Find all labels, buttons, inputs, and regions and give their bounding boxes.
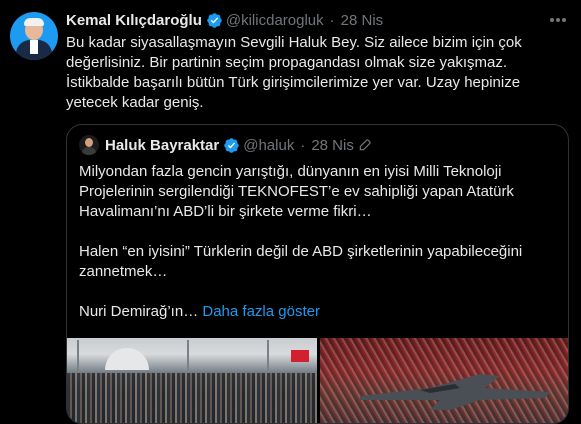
quoted-author-handle: @haluk <box>243 136 295 154</box>
tweet-header: Kemal Kılıçdaroğlu @kilicdarogluk · 28 N… <box>66 9 383 31</box>
edited-pencil-icon <box>359 139 371 151</box>
verified-badge-icon <box>224 137 239 153</box>
tweet-date[interactable]: 28 Nis <box>341 12 384 29</box>
quoted-tweet-header: Haluk Bayraktar @haluk · 28 Nis <box>79 135 372 155</box>
show-more-link[interactable]: Daha fazla göster <box>202 303 320 320</box>
author-handle[interactable]: @kilicdarogluk <box>226 12 324 29</box>
quoted-author-name: Haluk Bayraktar <box>105 136 220 154</box>
quoted-paragraph: Halen “en iyisini” Türklerin değil de AB… <box>79 243 523 280</box>
jet-display-photo[interactable] <box>320 338 568 423</box>
quoted-paragraph: Milyondan fazla gencin yarıştığı, dünyan… <box>79 163 514 220</box>
tweet-text: Bu kadar siyasallaşmayın Sevgili Haluk B… <box>66 34 522 111</box>
festival-crowd-photo[interactable] <box>67 338 317 423</box>
quoted-media[interactable] <box>67 338 568 423</box>
quoted-tweet-text: Milyondan fazla gencin yarıştığı, dünyan… <box>79 162 559 342</box>
quoted-paragraph-last: Nuri Demirağ’ın… Daha fazla göster <box>79 302 559 322</box>
quoted-author-avatar <box>79 135 99 155</box>
quoted-header-separator: · <box>300 136 306 154</box>
quoted-tweet[interactable]: Haluk Bayraktar @haluk · 28 Nis Milyonda… <box>66 124 569 424</box>
more-options-icon[interactable] <box>548 10 568 30</box>
quoted-tweet-date: 28 Nis <box>311 136 354 154</box>
author-avatar[interactable] <box>10 12 58 60</box>
fighter-jet-image <box>360 374 550 410</box>
author-name[interactable]: Kemal Kılıçdaroğlu <box>66 12 202 29</box>
header-separator: · <box>329 11 335 29</box>
verified-badge-icon <box>207 12 222 28</box>
quoted-paragraph-tail: Nuri Demirağ’ın… <box>79 303 199 320</box>
